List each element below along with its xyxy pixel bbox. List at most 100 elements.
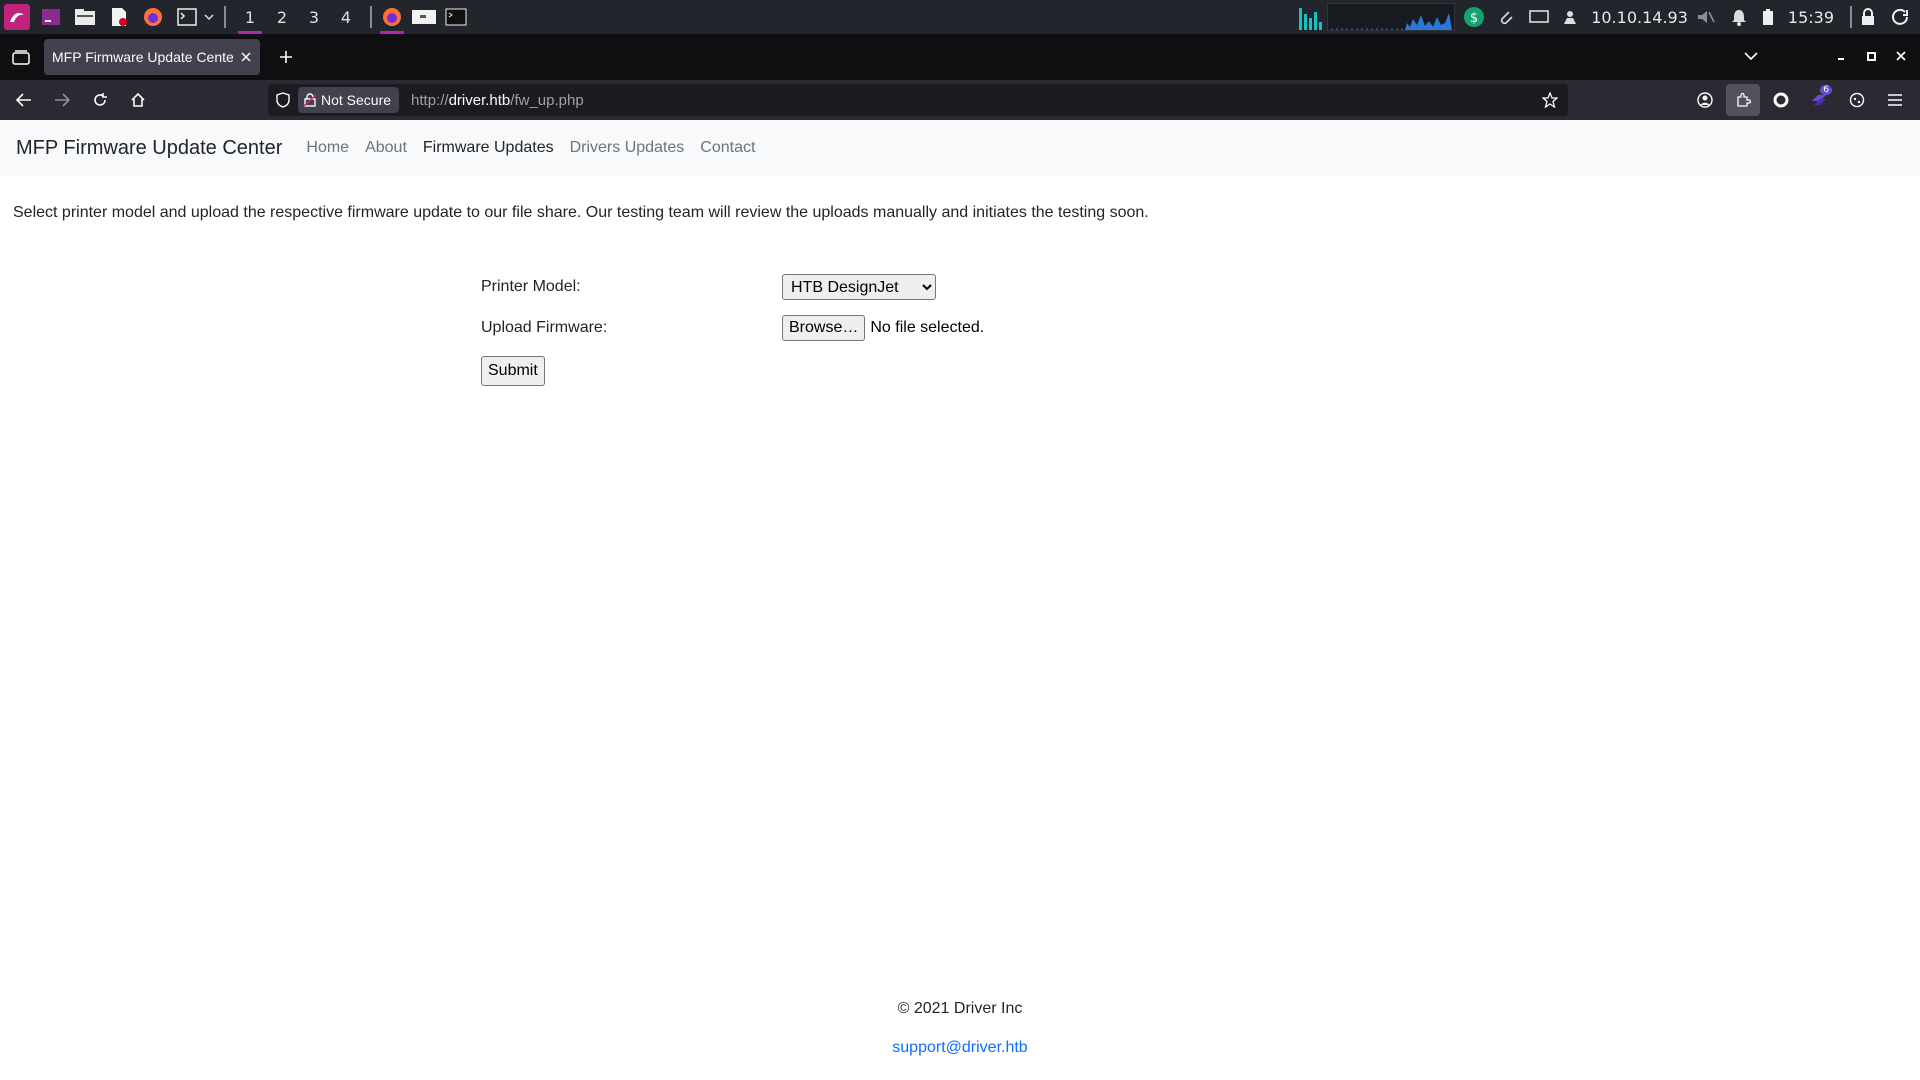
divider	[224, 6, 226, 28]
battery-icon	[1762, 9, 1773, 25]
tab-list-icon	[12, 50, 30, 65]
network-graph-icon	[1327, 3, 1456, 31]
browse-file-button[interactable]: Browse…	[782, 315, 866, 341]
puzzle-icon	[1737, 92, 1751, 107]
shield-icon[interactable]	[276, 92, 290, 108]
paperclip-icon[interactable]	[1497, 8, 1515, 26]
workspace-3[interactable]: 3	[298, 0, 330, 34]
web-page: MFP Firmware Update Center Home About Fi…	[0, 120, 1920, 1080]
reload-button[interactable]	[82, 84, 118, 116]
file-status-text: No file selected.	[870, 319, 985, 336]
workspace-4[interactable]: 4	[330, 0, 362, 34]
window-button[interactable]	[408, 0, 440, 34]
nav-link-drivers-updates[interactable]: Drivers Updates	[570, 139, 685, 157]
app-menu-button[interactable]	[1878, 84, 1912, 116]
site-footer: © 2021 Driver Inc support@driver.htb	[0, 1000, 1920, 1057]
intro-text: Select printer model and upload the resp…	[13, 204, 1149, 221]
terminal-icon[interactable]	[174, 4, 200, 30]
support-email-link[interactable]: support@driver.htb	[892, 1039, 1027, 1056]
account-button[interactable]	[1688, 84, 1722, 116]
reload-icon	[94, 93, 107, 106]
submit-button[interactable]: Submit	[481, 356, 545, 386]
vpn-status-icon[interactable]: $	[1463, 6, 1485, 28]
url-bar[interactable]: Not Secure http://driver.htb/fw_up.php	[268, 84, 1568, 116]
cpu-graph-icon	[1299, 8, 1323, 30]
plus-icon	[280, 51, 292, 63]
url-text[interactable]: http://driver.htb/fw_up.php	[411, 92, 584, 109]
home-icon	[131, 92, 145, 107]
chevron-down-icon	[1744, 52, 1758, 61]
cookie-extension-button[interactable]	[1840, 84, 1874, 116]
back-button[interactable]	[6, 84, 42, 116]
terminal-icon	[445, 8, 467, 26]
minimize-icon	[1838, 58, 1844, 60]
file-manager-icon[interactable]	[72, 4, 98, 30]
url-path: /fw_up.php	[510, 91, 584, 109]
bell-icon[interactable]	[1730, 8, 1748, 26]
printer-model-select[interactable]: HTB DesignJet	[782, 274, 936, 300]
firefox-icon	[383, 8, 401, 26]
firefox-window-button[interactable]	[376, 0, 408, 34]
maximize-icon	[1867, 52, 1876, 61]
browser-tab[interactable]: MFP Firmware Update Center	[44, 39, 260, 75]
workspace-1[interactable]: 1	[234, 0, 266, 34]
site-navbar: MFP Firmware Update Center Home About Fi…	[0, 120, 1920, 176]
hamburger-menu-icon	[1888, 94, 1902, 106]
kali-menu-icon[interactable]	[4, 4, 30, 30]
display-icon[interactable]	[1529, 9, 1549, 25]
nav-link-home[interactable]: Home	[306, 139, 349, 157]
divider	[370, 6, 372, 28]
arrow-right-icon	[55, 93, 70, 107]
volume-muted-icon[interactable]	[1696, 8, 1716, 26]
upload-firmware-label: Upload Firmware:	[481, 319, 608, 336]
forward-button[interactable]	[44, 84, 80, 116]
power-icon[interactable]	[1892, 8, 1910, 26]
workspace-2[interactable]: 2	[266, 0, 298, 34]
site-brand[interactable]: MFP Firmware Update Center	[16, 137, 282, 160]
desktop-taskbar: 1 2 3 4 $ 10.10.14.93 15:39	[0, 0, 1920, 34]
close-window-button[interactable]	[1886, 49, 1916, 65]
cookie-icon	[1849, 92, 1865, 108]
tab-overview-button[interactable]	[6, 49, 36, 65]
upload-firmware-row: Upload Firmware: Browse… No file selecte…	[481, 315, 984, 341]
printer-model-label: Printer Model:	[481, 278, 581, 295]
close-icon[interactable]	[240, 51, 252, 63]
browser-toolbar: Not Secure http://driver.htb/fw_up.php 6	[0, 80, 1920, 120]
lock-icon[interactable]	[1860, 8, 1876, 26]
svg-text:$: $	[1470, 11, 1478, 26]
star-bookmark-icon[interactable]	[1542, 92, 1558, 108]
browser-tab-strip: MFP Firmware Update Center	[0, 34, 1920, 80]
record-extension-button[interactable]	[1764, 84, 1798, 116]
nav-link-firmware-updates[interactable]: Firmware Updates	[423, 139, 554, 157]
wappalyzer-extension-button[interactable]: 6	[1802, 84, 1836, 116]
nav-link-contact[interactable]: Contact	[700, 139, 755, 157]
divider	[1850, 6, 1852, 28]
terminal-window-button[interactable]	[440, 0, 472, 34]
close-icon	[1896, 51, 1906, 61]
maximize-button[interactable]	[1856, 49, 1886, 65]
not-secure-badge[interactable]: Not Secure	[298, 87, 400, 113]
ip-address: 10.10.14.93	[1591, 7, 1688, 27]
not-secure-label: Not Secure	[321, 92, 392, 108]
chevron-down-icon[interactable]	[202, 4, 216, 30]
home-button[interactable]	[120, 84, 156, 116]
minimize-button[interactable]	[1826, 49, 1856, 65]
tab-title: MFP Firmware Update Center	[52, 49, 234, 65]
terminal-launcher-icon[interactable]	[38, 4, 64, 30]
network-user-icon	[1564, 11, 1577, 24]
text-editor-icon[interactable]	[106, 4, 132, 30]
new-tab-button[interactable]	[270, 50, 302, 64]
window-icon	[412, 10, 436, 24]
nav-link-about[interactable]: About	[365, 139, 407, 157]
url-scheme: http://	[411, 91, 449, 109]
url-host: driver.htb	[448, 91, 511, 109]
account-icon	[1697, 92, 1713, 108]
firefox-launcher-icon[interactable]	[140, 4, 166, 30]
arrow-left-icon	[16, 93, 31, 107]
insecure-lock-icon	[304, 93, 316, 107]
extensions-button[interactable]	[1726, 84, 1760, 116]
submit-row: Submit	[481, 356, 545, 386]
list-all-tabs-button[interactable]	[1736, 49, 1766, 65]
clock: 15:39	[1787, 7, 1834, 27]
printer-model-row: Printer Model: HTB DesignJet	[481, 274, 936, 300]
